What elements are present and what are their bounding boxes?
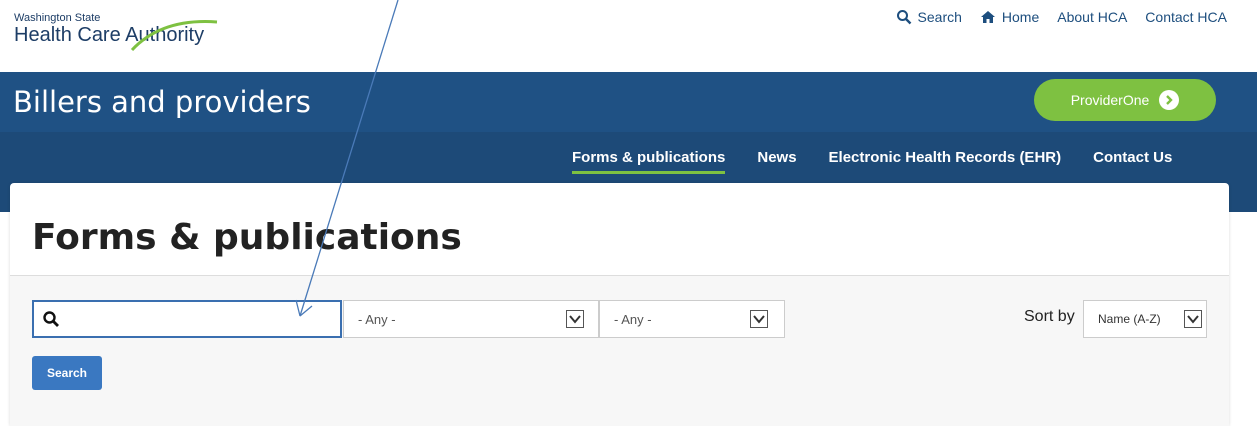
utility-nav: Search Home About HCA Contact HCA xyxy=(896,9,1227,25)
chevron-down-icon xyxy=(566,310,584,328)
search-button[interactable]: Search xyxy=(32,356,102,390)
header-title-row: Billers and providers ProviderOne xyxy=(0,72,1257,132)
chevron-down-icon xyxy=(750,310,768,328)
nav-news[interactable]: News xyxy=(757,149,796,166)
filter-select-1[interactable]: - Any - xyxy=(343,300,599,338)
page-title: Forms & publications xyxy=(32,217,462,258)
utility-home-label: Home xyxy=(1001,9,1040,25)
search-icon xyxy=(43,311,59,327)
utility-about-label: About HCA xyxy=(1057,9,1128,25)
nav-ehr[interactable]: Electronic Health Records (EHR) xyxy=(829,149,1062,166)
filter-select-2[interactable]: - Any - xyxy=(599,300,785,338)
utility-about-link[interactable]: About HCA xyxy=(1057,9,1127,25)
filter-area: - Any - - Any - Sort by Name (A-Z) Searc… xyxy=(10,276,1229,426)
providerone-label: ProviderOne xyxy=(1070,92,1150,108)
utility-search-label: Search xyxy=(917,9,962,25)
nav-contact-us[interactable]: Contact Us xyxy=(1093,149,1172,166)
filter-select-1-value: - Any - xyxy=(358,312,396,327)
sort-label: Sort by xyxy=(1024,308,1075,325)
utility-contact-label: Contact HCA xyxy=(1145,9,1227,25)
providerone-button[interactable]: ProviderOne xyxy=(1034,79,1216,121)
utility-bar: Washington State Health Care Authority S… xyxy=(0,0,1257,72)
logo-swoosh-icon xyxy=(130,20,218,52)
search-input[interactable] xyxy=(68,306,334,334)
home-icon xyxy=(980,11,995,23)
hca-logo[interactable]: Washington State Health Care Authority xyxy=(12,10,222,54)
search-field[interactable] xyxy=(32,300,342,338)
sort-select-value: Name (A-Z) xyxy=(1098,312,1161,326)
search-icon xyxy=(896,10,911,25)
section-title: Billers and providers xyxy=(13,85,311,119)
nav-forms-publications[interactable]: Forms & publications xyxy=(572,149,726,174)
sort-select[interactable]: Name (A-Z) xyxy=(1083,300,1207,338)
arrow-right-circle-icon xyxy=(1159,90,1180,110)
utility-home-link[interactable]: Home xyxy=(980,9,1039,25)
utility-contact-link[interactable]: Contact HCA xyxy=(1145,9,1227,25)
utility-search-link[interactable]: Search xyxy=(896,9,962,25)
chevron-down-icon xyxy=(1184,310,1202,328)
content-card: Forms & publications - Any - - Any - Sor… xyxy=(10,183,1229,426)
filter-select-2-value: - Any - xyxy=(614,312,652,327)
main-nav: Forms & publications News Electronic Hea… xyxy=(572,149,1172,174)
